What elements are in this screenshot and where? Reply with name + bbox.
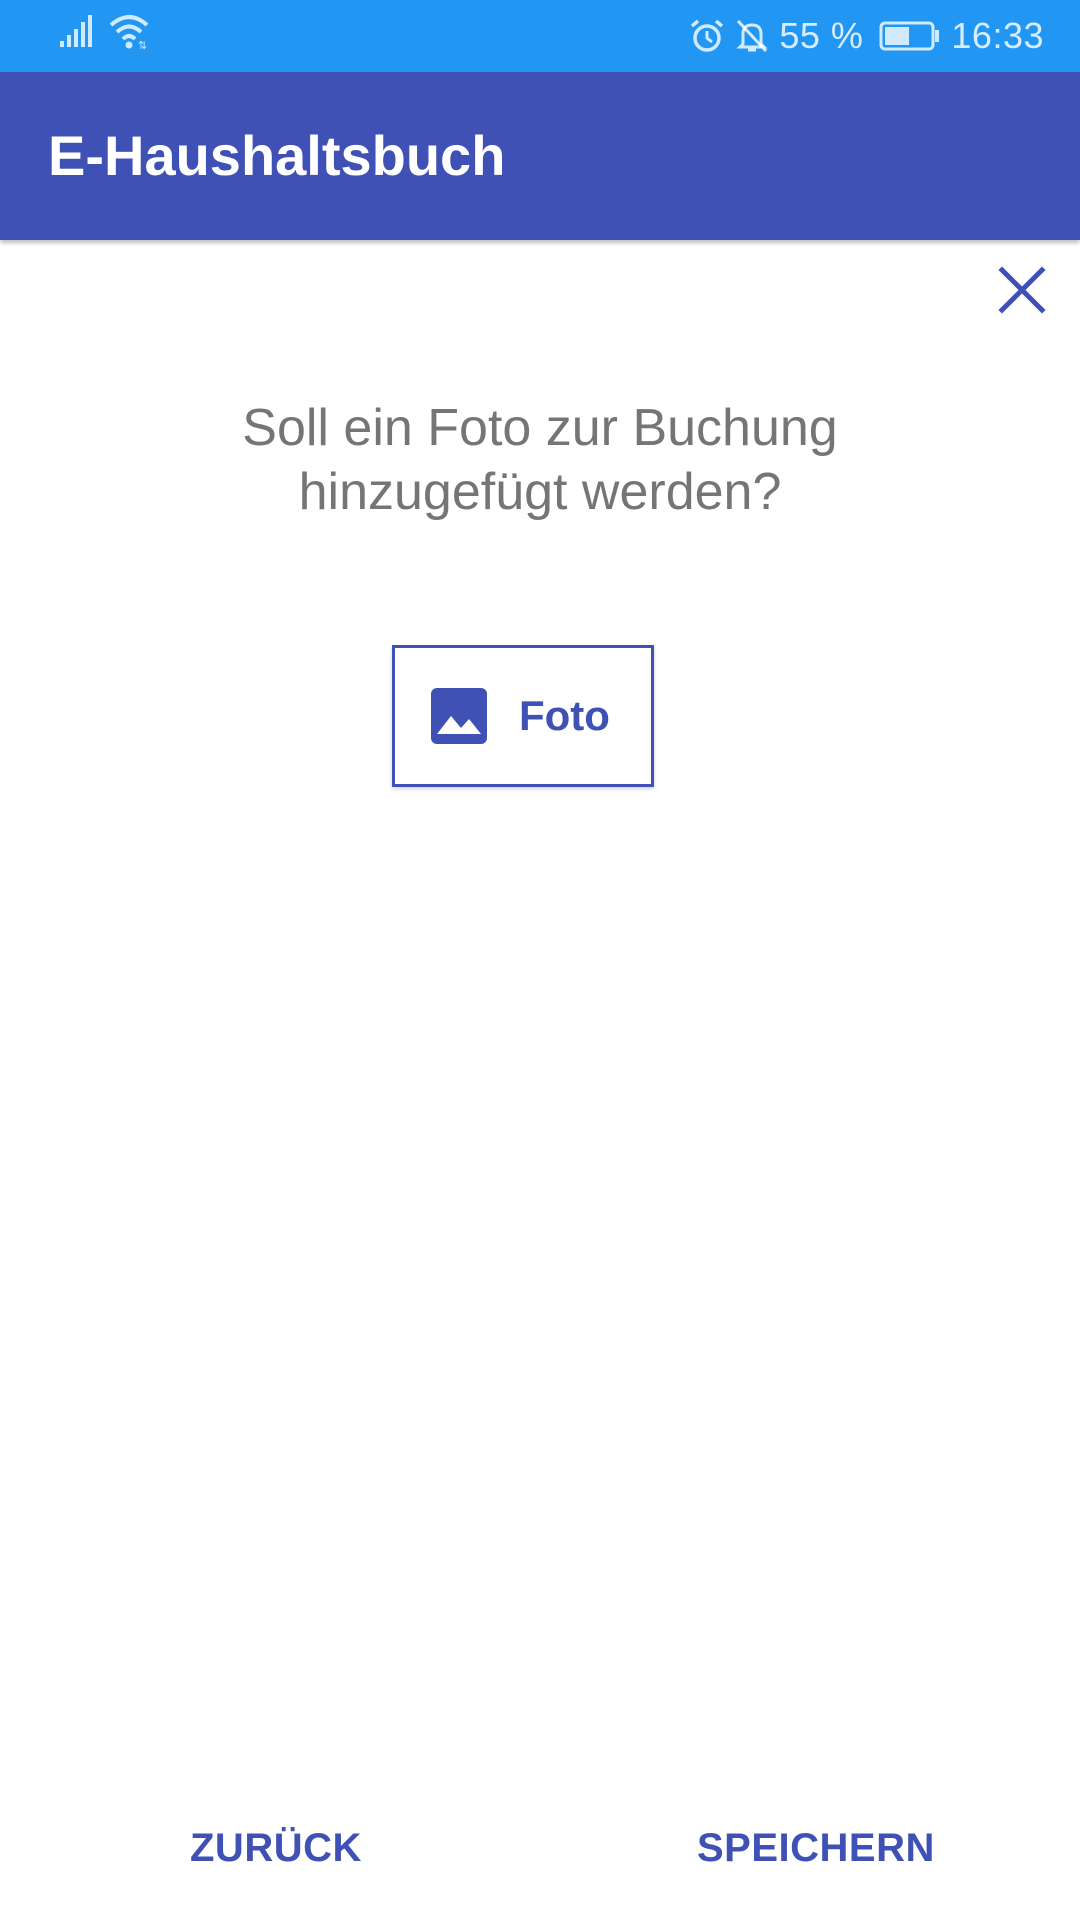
notifications-off-icon (735, 18, 769, 54)
add-photo-button[interactable]: Foto (392, 645, 654, 787)
photo-question: Soll ein Foto zur Buchung hinzugefügt we… (242, 399, 838, 521)
signal-icon (58, 13, 94, 54)
status-bar: ⇅ 55 % 16:33 (0, 0, 1080, 72)
svg-text:⇅: ⇅ (138, 39, 147, 49)
status-right: 55 % 16:33 (689, 0, 1044, 72)
status-left: ⇅ (58, 15, 150, 54)
battery-icon (879, 20, 941, 52)
close-button[interactable] (994, 262, 1050, 318)
back-button[interactable]: ZURÜCK (190, 1812, 362, 1884)
battery-percent: 55 % (779, 15, 864, 56)
app-title: E-Haushaltsbuch (48, 124, 506, 187)
alarm-icon (689, 18, 725, 54)
close-icon (994, 262, 1050, 318)
add-photo-label: Foto (519, 692, 610, 739)
app-bar: E-Haushaltsbuch (0, 72, 1080, 240)
wifi-icon: ⇅ (108, 13, 150, 54)
clock: 16:33 (951, 15, 1044, 56)
image-icon (431, 688, 487, 744)
save-button[interactable]: SPEICHERN (697, 1812, 935, 1884)
